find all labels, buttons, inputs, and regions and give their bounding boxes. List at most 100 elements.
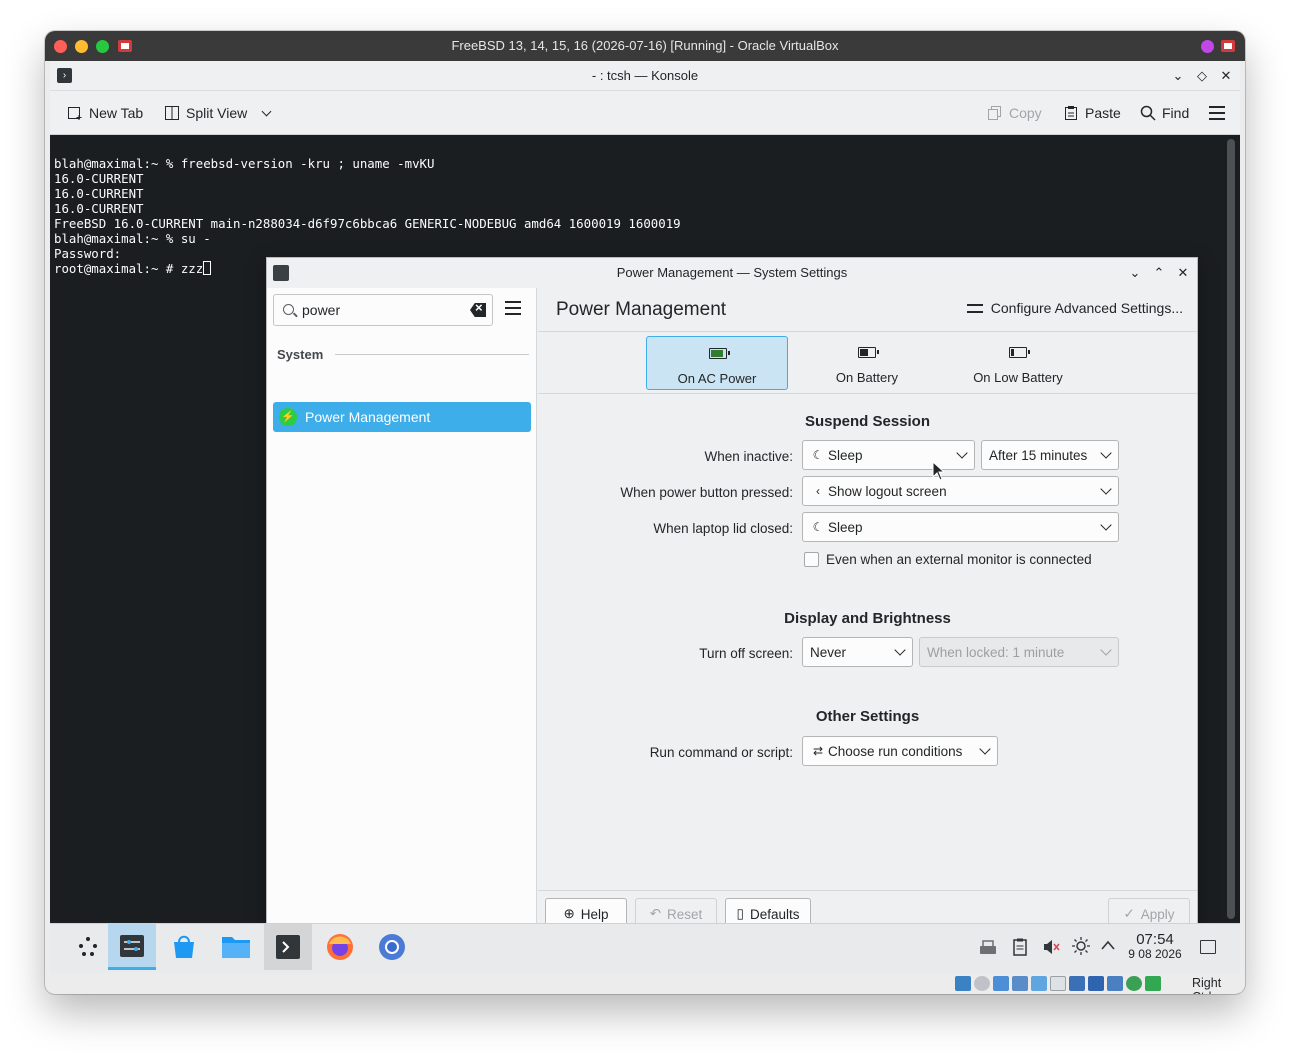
reset-label: Reset [667,906,703,922]
usb-icon[interactable] [993,976,1009,991]
brightness-icon[interactable] [1072,937,1090,955]
taskbar-discover[interactable] [160,924,208,970]
hard-disk-icon[interactable] [955,976,971,991]
maximize-icon[interactable]: ⌃ [1151,265,1167,281]
minimize-icon[interactable]: ⌄ [1127,265,1143,281]
network-icon[interactable] [977,936,999,956]
new-tab-button[interactable]: New Tab [67,101,143,125]
application-launcher[interactable] [64,924,112,970]
chevron-down-icon [261,106,272,116]
mouse-pointer-icon [932,461,946,481]
inactive-delay-value: After 15 minutes [989,447,1088,463]
guest-screen: › - : tcsh — Konsole ⌄ ◇ ✕ New Tab Split… [50,61,1240,994]
taskbar-dolphin[interactable] [212,924,260,970]
new-tab-label: New Tab [89,105,144,121]
tab-on-ac-power[interactable]: On AC Power [646,336,788,390]
virtualization-icon[interactable] [1107,976,1123,991]
terminal-icon [276,935,300,959]
power-management-icon: ⚡ [279,408,297,426]
keyboard-capture-icon[interactable] [1145,976,1161,991]
sidebar-section-label: System [277,346,324,362]
terminal-scrollbar[interactable] [1227,139,1235,919]
external-monitor-checkbox[interactable] [804,552,819,567]
sliders-icon [966,301,983,315]
close-icon[interactable]: ✕ [1218,68,1234,84]
split-view-button[interactable]: Split View [164,101,272,125]
page-title: Power Management [556,299,727,320]
paste-label: Paste [1085,105,1121,121]
chevron-up-icon[interactable] [1100,939,1116,951]
clock[interactable]: 07:54 9 08 2026 [1124,932,1186,962]
find-button[interactable]: Find [1140,101,1189,125]
split-view-label: Split View [186,105,248,121]
when-inactive-label: When inactive: [704,449,793,464]
terminal-line: blah@maximal:~ % freebsd-version -kru ; … [54,156,435,171]
when-inactive-value: Sleep [828,447,863,463]
virtualbox-status-bar: Right Ctrl [50,973,1240,994]
maximize-icon[interactable]: ◇ [1194,68,1210,84]
audio-muted-icon[interactable] [1042,938,1060,956]
shared-folders-icon[interactable] [1031,976,1047,991]
konsole-title: - : tcsh — Konsole [591,68,699,83]
run-command-select[interactable]: ⇄ Choose run conditions [802,736,998,766]
terminal-line: 16.0-CURRENT [54,186,144,201]
lid-closed-value: Sleep [828,519,863,535]
minimize-icon[interactable]: ⌄ [1170,68,1186,84]
hamburger-menu-icon[interactable] [505,301,521,315]
external-monitor-label: Even when an external monitor is connect… [826,552,1092,567]
close-icon[interactable]: ✕ [1175,265,1191,281]
search-icon [283,304,294,315]
clear-search-icon[interactable] [470,303,486,317]
when-locked-value: When locked: 1 minute [927,644,1065,660]
vm-status-icons [955,976,1161,991]
system-settings-icon [120,934,144,957]
defaults-icon: ▯ [736,906,744,921]
when-inactive-select[interactable]: ☾ Sleep [802,440,975,470]
taskbar-chromium[interactable] [368,924,416,970]
battery-low-icon [1009,347,1030,358]
optical-drive-icon[interactable] [974,976,990,991]
tab-on-low-battery[interactable]: On Low Battery [947,336,1089,390]
hamburger-menu-icon[interactable] [1209,106,1225,120]
search-input[interactable]: power [273,294,493,326]
sidebar-item-power-management[interactable]: ⚡ Power Management [273,402,531,432]
tab-on-battery[interactable]: On Battery [796,336,938,390]
chevron-down-icon [1100,483,1112,495]
sidebar-section-system: System [277,344,529,364]
display-icon[interactable] [1050,976,1066,991]
terminal-line: 16.0-CURRENT [54,201,144,216]
page-header: Power Management Configure Advanced Sett… [538,288,1197,332]
configure-advanced-settings-button[interactable]: Configure Advanced Settings... [966,300,1183,316]
power-button-select[interactable]: ‹ Show logout screen [802,476,1119,506]
taskbar-konsole[interactable] [264,924,312,970]
taskbar-firefox[interactable] [316,924,364,970]
section-heading-suspend: Suspend Session [804,413,931,430]
chromium-icon [379,934,405,960]
show-desktop-icon[interactable] [1200,940,1216,954]
power-button-value: Show logout screen [828,483,947,499]
turn-off-screen-select[interactable]: Never [802,637,913,667]
video-capture-icon[interactable] [1069,976,1085,991]
clipboard-icon[interactable] [1012,938,1028,956]
new-tab-icon [68,107,82,120]
taskbar-system-settings[interactable] [108,924,156,970]
lid-closed-select[interactable]: ☾ Sleep [802,512,1119,542]
section-divider [335,353,529,355]
terminal-cursor [203,261,212,275]
advanced-settings-label: Configure Advanced Settings... [990,300,1183,316]
guest-additions-icon[interactable] [1126,976,1142,991]
copy-button[interactable]: Copy [987,101,1042,125]
tab-label: On Battery [835,370,899,385]
terminal-line: blah@maximal:~ % su - [54,231,211,246]
chevron-down-icon [1100,447,1112,459]
settings-window-title: Power Management — System Settings [616,265,848,280]
settings-titlebar: Power Management — System Settings ⌄ ⌃ ✕ [267,258,1197,288]
virtualbox-menu-icon[interactable] [1220,38,1236,54]
discover-store-icon [174,935,194,958]
mouse-integration-icon[interactable] [1088,976,1104,991]
battery-charging-icon [709,348,730,359]
clock-date: 9 08 2026 [1128,947,1182,961]
inactive-delay-select[interactable]: After 15 minutes [981,440,1119,470]
network-adapter-icon[interactable] [1012,976,1028,991]
paste-button[interactable]: Paste [1063,101,1121,125]
